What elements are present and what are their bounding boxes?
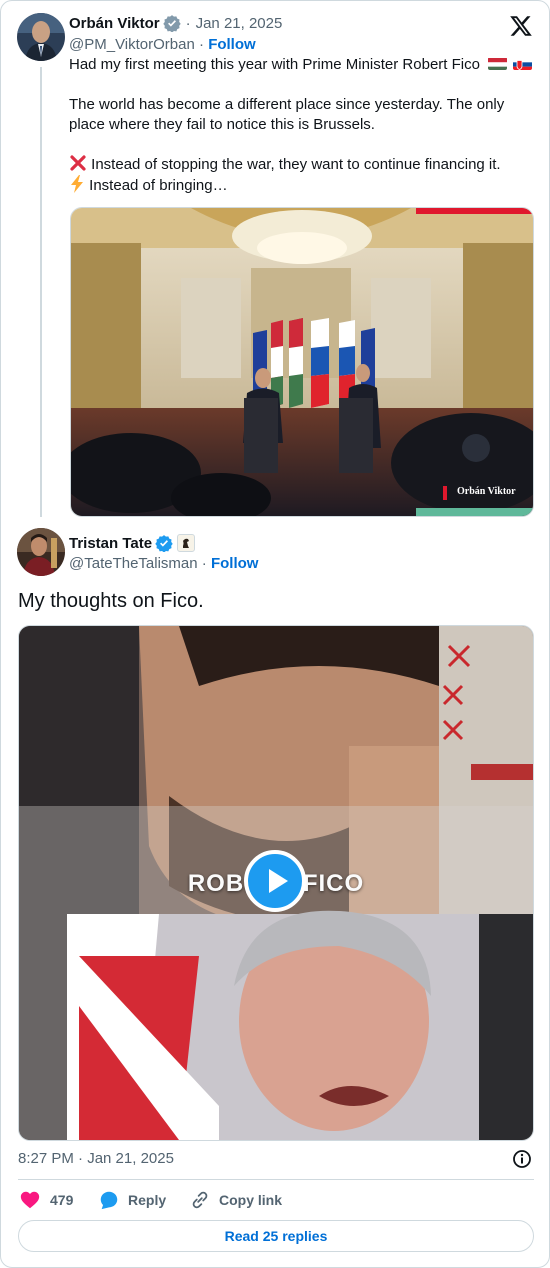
author-name[interactable]: Tristan Tate bbox=[69, 535, 152, 552]
handle-row: @TateTheTalisman · Follow bbox=[69, 555, 258, 572]
link-icon bbox=[192, 1191, 208, 1209]
x-logo-icon[interactable] bbox=[509, 14, 533, 38]
quoted-author-row: Orbán Viktor · Jan 21, 2025 bbox=[69, 14, 283, 33]
copy-link-label: Copy link bbox=[219, 1192, 283, 1208]
reply-button[interactable]: Reply bbox=[98, 1189, 166, 1211]
dot-separator: · bbox=[185, 14, 191, 32]
heart-icon bbox=[20, 1191, 40, 1209]
quoted-handle-row: @PM_ViktorOrban · Follow bbox=[69, 36, 256, 53]
divider bbox=[18, 1179, 534, 1180]
verified-badge-icon bbox=[155, 534, 173, 553]
photo-watermark: Orbán Viktor bbox=[457, 486, 516, 497]
tweet-timestamp[interactable]: 8:27 PM · Jan 21, 2025 bbox=[18, 1150, 174, 1167]
like-count: 479 bbox=[50, 1192, 74, 1208]
thread-connector-line bbox=[40, 67, 42, 517]
avatar-orban[interactable] bbox=[17, 13, 65, 61]
reply-label: Reply bbox=[128, 1192, 167, 1208]
quoted-text-line2: The world has become a different place s… bbox=[69, 96, 505, 133]
tweet-text: My thoughts on Fico. bbox=[18, 590, 204, 612]
quoted-date[interactable]: Jan 21, 2025 bbox=[196, 15, 283, 32]
hungary-flag-icon bbox=[488, 57, 508, 70]
tweet-card: Orbán Viktor · Jan 21, 2025 @PM_ViktorOr… bbox=[0, 0, 550, 1268]
avatar-tate[interactable] bbox=[17, 528, 65, 576]
read-replies-button[interactable]: Read 25 replies bbox=[18, 1220, 534, 1252]
follow-button[interactable]: Follow bbox=[208, 36, 256, 53]
gray-verified-badge-icon bbox=[162, 14, 181, 33]
author-row: Tristan Tate bbox=[69, 534, 196, 553]
copy-link-button[interactable]: Copy link bbox=[189, 1189, 282, 1211]
play-button[interactable] bbox=[244, 850, 306, 912]
dot-separator: · bbox=[201, 555, 211, 572]
quoted-text-line3: Instead of stopping the war, they want t… bbox=[91, 156, 501, 173]
quoted-photo[interactable]: Orbán Viktor bbox=[70, 207, 534, 517]
follow-button[interactable]: Follow bbox=[211, 555, 259, 572]
slovakia-flag-icon bbox=[513, 57, 533, 70]
info-icon[interactable] bbox=[512, 1149, 532, 1169]
quoted-text-line1: Had my first meeting this year with Prim… bbox=[69, 56, 480, 73]
lightning-icon bbox=[69, 175, 85, 193]
quoted-author-name[interactable]: Orbán Viktor bbox=[69, 15, 160, 32]
quoted-handle[interactable]: @PM_ViktorOrban bbox=[69, 36, 195, 53]
cross-mark-icon bbox=[69, 155, 87, 171]
quoted-text-line4: Instead of bringing… bbox=[89, 177, 228, 194]
like-button[interactable]: 479 bbox=[19, 1189, 73, 1211]
reply-icon bbox=[100, 1191, 118, 1210]
video-player[interactable]: ROBERT FICO bbox=[18, 625, 534, 1141]
dot-separator: · bbox=[199, 36, 209, 53]
quoted-text: Had my first meeting this year with Prim… bbox=[69, 55, 534, 196]
author-handle[interactable]: @TateTheTalisman bbox=[69, 555, 198, 572]
knight-badge-icon bbox=[177, 534, 196, 552]
play-icon bbox=[269, 869, 288, 893]
